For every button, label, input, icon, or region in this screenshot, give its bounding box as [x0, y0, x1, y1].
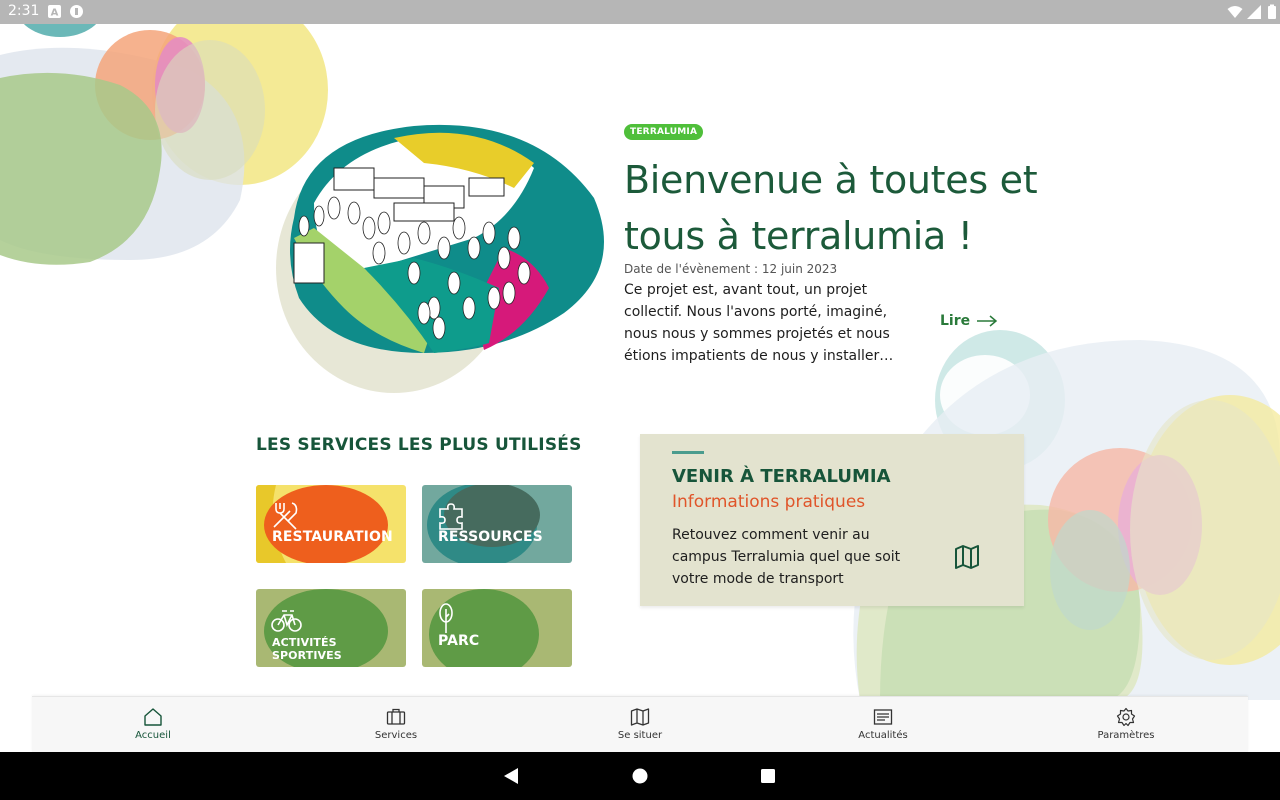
nav-item-actualites[interactable]: Actualités [813, 697, 953, 753]
service-tile-restauration[interactable]: RESTAURATION [256, 485, 406, 563]
decorative-blobs [0, 0, 1280, 700]
hero-description: Ce projet est, avant tout, un projet col… [624, 282, 894, 364]
read-more-link[interactable]: Lire [940, 313, 998, 329]
services-section-title: LES SERVICES LES PLUS UTILISÉS [256, 435, 582, 455]
status-time: 2:31 [8, 3, 40, 19]
wifi-icon [1227, 6, 1243, 18]
event-badge: TERRALUMIA [624, 124, 704, 140]
bicycle-icon [271, 610, 302, 632]
arrow-right-icon [977, 315, 998, 327]
nav-label: Actualités [858, 730, 908, 741]
service-tile-label: RESTAURATION [272, 529, 393, 545]
news-icon [873, 709, 893, 725]
home-icon [144, 708, 162, 726]
nav-item-se-situer[interactable]: Se situer [570, 697, 710, 753]
nav-item-accueil[interactable]: Accueil [83, 697, 223, 753]
nav-label: Accueil [135, 730, 171, 741]
svg-text:A: A [51, 8, 59, 19]
status-bar: 2:31 A [0, 0, 1280, 24]
gear-icon [1116, 707, 1136, 727]
nav-label: Se situer [617, 730, 663, 741]
map-icon[interactable] [954, 544, 980, 570]
nav-item-services[interactable]: Services [326, 697, 466, 753]
notification-app-icon [70, 5, 83, 18]
service-tile-activites-sportives[interactable]: ACTIVITÉS SPORTIVES [256, 589, 406, 667]
system-navigation-bar [0, 752, 1280, 800]
home-button-icon[interactable] [632, 768, 648, 784]
map-icon [630, 708, 650, 726]
puzzle-icon [439, 503, 463, 530]
service-tile-ressources[interactable]: RESSOURCES [422, 485, 572, 563]
back-icon[interactable] [503, 767, 519, 785]
card-subtitle: Informations pratiques [672, 492, 866, 512]
service-tile-parc[interactable]: PARC [422, 589, 572, 667]
tree-icon [439, 603, 453, 633]
service-tile-label: ACTIVITÉS SPORTIVES [272, 636, 342, 662]
briefcase-icon [386, 708, 406, 725]
signal-icon [1247, 5, 1261, 19]
hero-title: Bienvenue à toutes et tous à terralumia … [624, 158, 1038, 258]
service-tile-label: RESSOURCES [438, 529, 543, 545]
nav-item-parametres[interactable]: Paramètres [1056, 697, 1196, 753]
campus-illustration [276, 124, 604, 393]
nav-label: Paramètres [1097, 730, 1155, 741]
card-description: Retouvez comment venir au campus Terralu… [672, 527, 901, 587]
event-date: Date de l'évènement : 12 juin 2023 [624, 262, 838, 276]
read-more-label: Lire [940, 313, 971, 329]
battery-icon [1268, 4, 1276, 19]
directions-card[interactable]: VENIR À TERRALUMIA Informations pratique… [640, 434, 1024, 606]
bottom-navigation: Accueil Services Se situer Actualités Pa… [32, 696, 1248, 752]
fork-knife-icon [273, 502, 298, 530]
notification-a-icon: A [48, 5, 61, 18]
service-tile-label: PARC [438, 633, 480, 649]
nav-label: Services [374, 730, 418, 741]
card-accent-bar [672, 451, 704, 454]
recents-icon[interactable] [760, 768, 776, 784]
card-title: VENIR À TERRALUMIA [672, 466, 891, 487]
